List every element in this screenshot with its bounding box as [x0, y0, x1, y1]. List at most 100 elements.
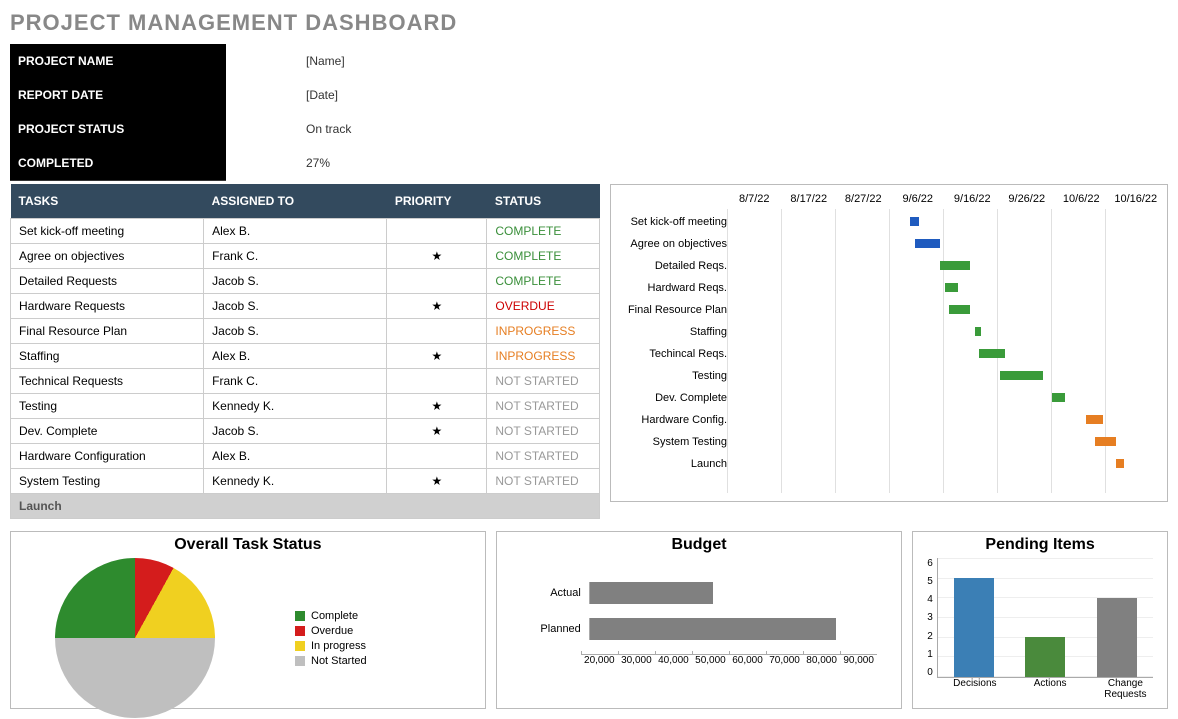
legend-item: Overdue	[295, 625, 367, 637]
pending-xlabel: Decisions	[937, 678, 1012, 700]
pending-bar	[1097, 598, 1137, 677]
gantt-label: Final Resource Plan	[615, 304, 735, 316]
task-priority[interactable]	[387, 444, 487, 469]
task-assigned[interactable]: Kennedy K.	[204, 469, 387, 494]
task-priority[interactable]: ★	[387, 419, 487, 444]
gantt-date: 9/6/22	[891, 193, 946, 205]
task-name[interactable]: Hardware Requests	[11, 294, 204, 319]
pending-title: Pending Items	[917, 536, 1163, 554]
budget-tick: 20,000	[581, 655, 618, 666]
task-status[interactable]: NOT STARTED	[487, 444, 600, 469]
col-status[interactable]: STATUS	[487, 184, 600, 219]
gantt-bar	[975, 327, 981, 336]
task-name[interactable]: System Testing	[11, 469, 204, 494]
task-name[interactable]: Testing	[11, 394, 204, 419]
budget-tick: 60,000	[729, 655, 766, 666]
task-priority[interactable]: ★	[387, 394, 487, 419]
budget-chart: Budget Actual Planned 20,00030,00040,000…	[496, 531, 902, 709]
task-priority[interactable]	[387, 219, 487, 244]
completed-value: 27%	[226, 156, 330, 170]
gantt-label: Detailed Reqs.	[615, 260, 735, 272]
budget-title: Budget	[501, 536, 897, 554]
task-name[interactable]: Detailed Requests	[11, 269, 204, 294]
task-priority[interactable]	[387, 319, 487, 344]
task-priority[interactable]	[387, 269, 487, 294]
task-name[interactable]: Final Resource Plan	[11, 319, 204, 344]
task-priority[interactable]: ★	[387, 294, 487, 319]
task-name[interactable]: Hardware Configuration	[11, 444, 204, 469]
task-priority[interactable]: ★	[387, 469, 487, 494]
task-priority[interactable]: ★	[387, 344, 487, 369]
task-assigned[interactable]: Alex B.	[204, 219, 387, 244]
task-status[interactable]: INPROGRESS	[487, 319, 600, 344]
task-priority[interactable]: ★	[387, 244, 487, 269]
project-name-label: PROJECT NAME	[10, 44, 226, 79]
gantt-label: Testing	[615, 370, 735, 382]
gantt-bar	[915, 239, 941, 248]
gantt-label: Hardware Config.	[615, 414, 735, 426]
gantt-date: 8/7/22	[727, 193, 782, 205]
task-status[interactable]: OVERDUE	[487, 294, 600, 319]
task-status[interactable]: COMPLETE	[487, 244, 600, 269]
task-status[interactable]: COMPLETE	[487, 269, 600, 294]
gantt-bar	[1052, 393, 1065, 402]
task-status[interactable]: NOT STARTED	[487, 419, 600, 444]
col-tasks[interactable]: TASKS	[11, 184, 204, 219]
gantt-bar	[1086, 415, 1103, 424]
task-assigned[interactable]: Jacob S.	[204, 319, 387, 344]
page-title: PROJECT MANAGEMENT DASHBOARD	[10, 10, 1168, 36]
report-date-value: [Date]	[226, 88, 338, 102]
task-assigned[interactable]: Jacob S.	[204, 269, 387, 294]
gantt-label: Set kick-off meeting	[615, 216, 735, 228]
task-status[interactable]: NOT STARTED	[487, 469, 600, 494]
col-assigned[interactable]: ASSIGNED TO	[204, 184, 387, 219]
gantt-chart: 8/7/228/17/228/27/229/6/229/16/229/26/22…	[610, 184, 1168, 502]
gantt-label: Launch	[615, 458, 735, 470]
gantt-label: Hardward Reqs.	[615, 282, 735, 294]
task-status[interactable]: NOT STARTED	[487, 394, 600, 419]
pie-title: Overall Task Status	[15, 536, 481, 554]
pending-xlabel: Actions	[1012, 678, 1087, 700]
budget-tick: 80,000	[803, 655, 840, 666]
task-assigned[interactable]: Alex B.	[204, 444, 387, 469]
task-assigned[interactable]: Alex B.	[204, 344, 387, 369]
task-status[interactable]: COMPLETE	[487, 219, 600, 244]
gantt-bar	[1000, 371, 1043, 380]
project-name-value: [Name]	[226, 54, 345, 68]
budget-tick: 40,000	[655, 655, 692, 666]
budget-label: Actual	[521, 587, 589, 599]
task-name[interactable]: Staffing	[11, 344, 204, 369]
gantt-bar	[945, 283, 958, 292]
gantt-bar	[1095, 437, 1116, 446]
pending-bar	[954, 578, 994, 677]
legend-item: Not Started	[295, 655, 367, 667]
task-name[interactable]: Technical Requests	[11, 369, 204, 394]
task-assigned[interactable]: Frank C.	[204, 369, 387, 394]
gantt-label: Techincal Reqs.	[615, 348, 735, 360]
gantt-date: 9/16/22	[945, 193, 1000, 205]
task-assigned[interactable]: Jacob S.	[204, 294, 387, 319]
gantt-date: 8/27/22	[836, 193, 891, 205]
task-assigned[interactable]: Kennedy K.	[204, 394, 387, 419]
task-assigned[interactable]: Frank C.	[204, 244, 387, 269]
gantt-bar	[940, 261, 970, 270]
gantt-bar	[1116, 459, 1125, 468]
gantt-label: Dev. Complete	[615, 392, 735, 404]
task-name[interactable]: Agree on objectives	[11, 244, 204, 269]
project-status-value: On track	[226, 122, 351, 136]
budget-tick: 50,000	[692, 655, 729, 666]
task-status[interactable]: INPROGRESS	[487, 344, 600, 369]
task-status[interactable]: NOT STARTED	[487, 369, 600, 394]
project-status-label: PROJECT STATUS	[10, 112, 226, 147]
budget-bar	[590, 582, 713, 604]
col-priority[interactable]: PRIORITY	[387, 184, 487, 219]
task-priority[interactable]	[387, 369, 487, 394]
task-name[interactable]: Set kick-off meeting	[11, 219, 204, 244]
completed-label: COMPLETED	[10, 146, 226, 181]
task-assigned[interactable]: Jacob S.	[204, 419, 387, 444]
pending-xlabel: Change Requests	[1088, 678, 1163, 700]
task-name[interactable]: Dev. Complete	[11, 419, 204, 444]
gantt-label: System Testing	[615, 436, 735, 448]
report-date-label: REPORT DATE	[10, 78, 226, 113]
gantt-bar	[979, 349, 1005, 358]
